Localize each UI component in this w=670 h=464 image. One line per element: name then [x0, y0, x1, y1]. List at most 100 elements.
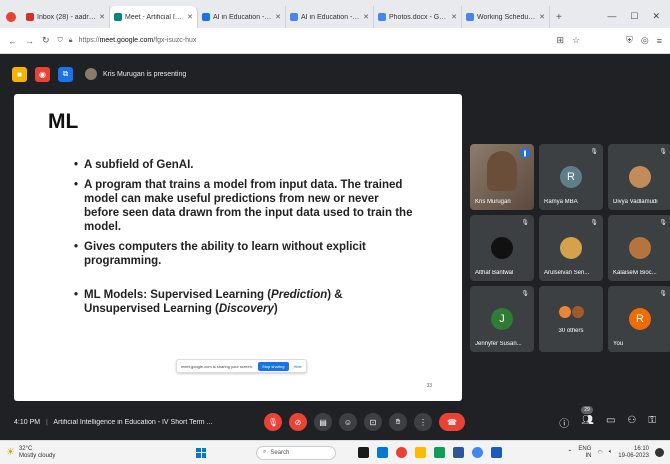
word-icon[interactable] [453, 447, 464, 458]
participant-tile[interactable]: 🎙︎ Althaf Bantwal [470, 215, 534, 281]
slide-bullets: • A subfield of GenAI. • A program that tr… [74, 158, 414, 316]
participant-avatar [558, 306, 571, 318]
slide-page-number: 33 [426, 383, 432, 389]
meet-controls-bar: 4:10 PM | Artificial Intelligence in Edu… [0, 404, 670, 440]
participant-tile[interactable]: R 🎙︎ Ramya MBA [539, 144, 603, 210]
edge-icon[interactable] [377, 447, 388, 458]
weather-text: Mostly cloudy [18, 452, 56, 459]
tab-title: Photos.docx - Google Docs [389, 13, 448, 21]
participant-video [487, 151, 517, 191]
hide-button[interactable]: Hide [294, 364, 302, 369]
browser-tab[interactable]: Working Schedule.docx - G...✕ [462, 6, 550, 28]
tab-title: AI in Education - Session m... [301, 13, 360, 21]
share-text: meet.google.com is sharing your screen. [181, 363, 254, 369]
tab-close-icon[interactable]: ✕ [539, 13, 545, 21]
chat-icon[interactable]: ▭ [606, 415, 615, 430]
browser-tab[interactable]: Meet - Artificial Intelligen...✕ [110, 6, 198, 28]
minimize-icon[interactable]: — [607, 11, 616, 22]
people-icon[interactable]: 👥︎ [581, 415, 594, 430]
camera-off-button[interactable]: ⊘ [289, 413, 307, 431]
notification-icon[interactable] [655, 448, 664, 457]
share-screen-icon[interactable]: ⧉ [58, 66, 73, 82]
chrome-icon[interactable] [472, 447, 483, 458]
mic-muted-icon: 🎙︎ [659, 291, 667, 297]
participant-tile[interactable]: 30 others [539, 286, 603, 352]
participant-name: Kalaiselvi Bioc... [613, 270, 657, 276]
shield-extension-icon[interactable]: ⛨ [626, 35, 633, 46]
lock-host-icon[interactable]: ⚿ [648, 415, 656, 430]
close-window-icon[interactable]: ✕ [652, 11, 660, 22]
participant-name: Kris Murugan [475, 199, 511, 205]
present-button[interactable]: ⊡ [364, 413, 382, 431]
info-icon[interactable]: ⓘ [559, 415, 569, 430]
tab-close-icon[interactable]: ✕ [451, 13, 457, 21]
back-icon[interactable]: ← [8, 36, 17, 46]
lock-icon: 🔒︎ [68, 36, 73, 44]
tab-close-icon[interactable]: ✕ [275, 13, 281, 21]
task-view-icon[interactable] [358, 447, 369, 458]
url-domain: meet.google.com [99, 37, 154, 44]
shield-icon: ⛉ [57, 36, 63, 44]
mic-off-button[interactable]: 🎙︎ [264, 413, 282, 431]
browser-tab[interactable]: AI in Education - Session m...✕ [286, 6, 374, 28]
browser-tab[interactable]: Inbox (28) - aadr@wlnuty...✕ [22, 6, 110, 28]
forward-icon[interactable]: → [25, 36, 34, 46]
participant-name: Arulselvan Sen... [544, 270, 590, 276]
browser-app-icon[interactable] [396, 447, 407, 458]
url-path: /fgx-isuzc-hux [153, 37, 197, 44]
participant-tile[interactable]: R 🎙︎ You [608, 286, 670, 352]
reload-icon[interactable]: ↻ [42, 35, 50, 46]
tab-favicon-icon [466, 13, 474, 21]
volume-icon[interactable]: 🔈︎ [609, 449, 613, 456]
participant-avatar: R [629, 308, 651, 330]
more-options-button[interactable]: ⋮ [414, 413, 432, 431]
bookmark-star-icon[interactable]: ☆ [572, 35, 580, 46]
participant-tile[interactable]: 🎙︎ Divya Vadlamudi [608, 144, 670, 210]
translate-icon[interactable]: ⊞ [556, 35, 564, 46]
store-icon[interactable] [434, 447, 445, 458]
file-explorer-icon[interactable] [415, 447, 426, 458]
bullet-text: A subfield of GenAI. [84, 159, 194, 171]
chevron-up-icon[interactable]: ⌃ [567, 449, 572, 456]
emoji-button[interactable]: ☺ [339, 413, 357, 431]
captions-button[interactable]: ▤ [314, 413, 332, 431]
activities-icon[interactable]: ⚇ [627, 415, 636, 430]
taskbar-search[interactable]: ⌕ Search [256, 445, 336, 460]
participant-avatar: J [491, 308, 513, 330]
participant-tile[interactable]: ❚ Kris Murugan [470, 144, 534, 210]
wifi-icon[interactable]: ◠ [597, 449, 602, 456]
participant-avatar [491, 237, 513, 259]
record-icon[interactable]: ◉ [35, 66, 50, 82]
tab-favicon-icon [114, 13, 122, 21]
stop-sharing-button[interactable]: Stop sharing [258, 361, 289, 371]
participant-grid: ❚ Kris Murugan R 🎙︎ Ramya MBA 🎙︎ Divya Vadlamu… [470, 144, 670, 352]
browser-tabbar: Inbox (28) - aadr@wlnuty...✕Meet - Artif… [0, 0, 670, 28]
tab-title: Working Schedule.docx - G... [477, 13, 536, 21]
profile-icon[interactable]: ◎ [641, 35, 649, 46]
tab-favicon-icon [26, 13, 34, 21]
tab-close-icon[interactable]: ✕ [99, 13, 105, 21]
leave-call-button[interactable]: ☎︎ [439, 413, 465, 431]
participant-tile[interactable]: J 🎙︎ Jennyfer Susan... [470, 286, 534, 352]
tab-title: AI in Education - Program... [213, 13, 272, 21]
browser-tab[interactable]: AI in Education - Program...✕ [198, 6, 286, 28]
search-placeholder: Search [270, 449, 290, 456]
system-tray: ⌃ ENG IN ◠ 🔈︎ 16:10 19-06-2023 [567, 446, 664, 460]
raise-hand-button[interactable]: ✋︎ [389, 413, 407, 431]
participant-tile[interactable]: 🎙︎ Kalaiselvi Bioc... [608, 215, 670, 281]
participant-tile[interactable]: 🎙︎ Arulselvan Sen... [539, 215, 603, 281]
tab-close-icon[interactable]: ✕ [187, 13, 193, 21]
maximize-icon[interactable]: ☐ [630, 11, 638, 22]
tab-close-icon[interactable]: ✕ [363, 13, 369, 21]
new-tab-button[interactable]: + [550, 12, 568, 28]
shared-slide: ML • A subfield of GenAI. • A program that… [14, 94, 462, 401]
slide-title: ML [48, 110, 79, 133]
menu-icon[interactable]: ≡ [657, 36, 662, 46]
url-field[interactable]: ⛉ 🔒︎ https://meet.google.com/fgx-isuzc-h… [58, 37, 549, 45]
start-button[interactable] [196, 447, 206, 458]
outlook-icon[interactable] [491, 447, 502, 458]
browser-tab[interactable]: Photos.docx - Google Docs✕ [374, 6, 462, 28]
meeting-time: 4:10 PM [14, 418, 41, 426]
weather-widget[interactable]: ☀ 32°C Mostly cloudy [6, 446, 156, 460]
note-icon[interactable]: ■ [12, 66, 27, 82]
